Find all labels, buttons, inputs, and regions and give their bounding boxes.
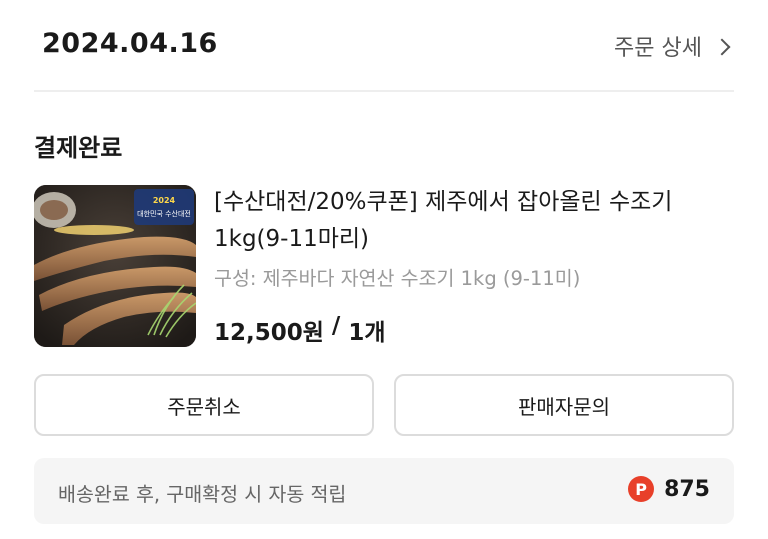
svg-text:대한민국 수산대전: 대한민국 수산대전 bbox=[137, 209, 191, 218]
chevron-right-icon bbox=[713, 38, 731, 56]
order-date: 2024.04.16 bbox=[42, 28, 218, 59]
point-icon: P bbox=[628, 476, 655, 502]
seller-inquiry-button[interactable]: 판매자문의 bbox=[394, 374, 734, 436]
product-image[interactable]: 2024 대한민국 수산대전 bbox=[34, 185, 196, 347]
price-separator: / bbox=[331, 313, 341, 339]
fish-image: 2024 대한민국 수산대전 bbox=[34, 185, 196, 347]
points-amount: P 875 bbox=[628, 476, 710, 502]
points-value: 875 bbox=[664, 476, 710, 502]
order-status: 결제완료 bbox=[34, 134, 123, 162]
product-quantity: 1개 bbox=[348, 320, 386, 346]
product-title[interactable]: [수산대전/20%쿠폰] 제주에서 잡아올린 수조기 1kg(9-11마리) bbox=[214, 184, 734, 258]
svg-text:2024: 2024 bbox=[153, 196, 176, 205]
order-header: 2024.04.16 주문 상세 bbox=[0, 0, 768, 92]
divider bbox=[34, 90, 734, 92]
product-price-row: 12,500원 / 1개 bbox=[214, 313, 386, 347]
product-price: 12,500원 bbox=[214, 320, 324, 346]
points-info-box: 배송완료 후, 구매확정 시 자동 적립 P 875 bbox=[34, 458, 734, 524]
points-description: 배송완료 후, 구매확정 시 자동 적립 bbox=[58, 483, 347, 506]
cancel-order-button[interactable]: 주문취소 bbox=[34, 374, 374, 436]
order-detail-link[interactable]: 주문 상세 bbox=[614, 30, 731, 62]
product-option: 구성: 제주바다 자연산 수조기 1kg (9-11미) bbox=[214, 267, 581, 290]
order-detail-label: 주문 상세 bbox=[614, 36, 702, 61]
